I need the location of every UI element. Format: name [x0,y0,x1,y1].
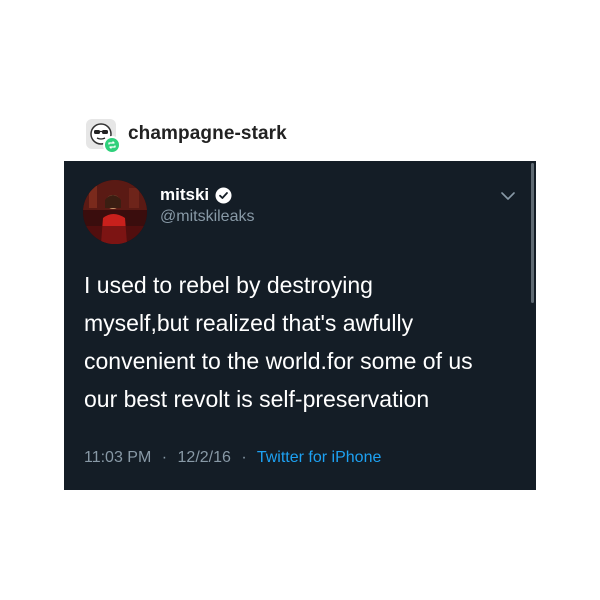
page: champagne-stark mitski @mitskileaks I us… [0,0,600,600]
tweet-text-line: convenient to the world.for some of us [84,348,473,374]
meta-separator: · [241,449,247,466]
reblog-icon [103,136,121,154]
tweet-text-line: myself,but realized that's awfully [84,310,414,336]
tweet-meta: 11:03 PM · 12/2/16 · Twitter for iPhone [84,449,381,467]
reblogger-username[interactable]: champagne-stark [128,123,287,145]
reblogger-avatar[interactable] [86,119,121,154]
scrollbar-thumb[interactable] [531,163,534,303]
reblog-header: champagne-stark [86,116,287,154]
tweet-source-link[interactable]: Twitter for iPhone [257,449,382,466]
chevron-down-icon[interactable] [500,191,516,201]
author-avatar[interactable] [83,180,147,244]
author-name[interactable]: mitski [160,185,209,205]
scrollbar[interactable] [529,161,534,311]
tweet-date[interactable]: 12/2/16 [178,449,231,466]
author-photo [83,180,147,244]
tweet-card: mitski @mitskileaks I used to rebel by d… [64,161,536,490]
tweet-text: I used to rebel by destroying myself,but… [84,266,524,418]
tweet-time[interactable]: 11:03 PM [84,449,151,466]
tweet-author: mitski @mitskileaks [160,185,254,226]
tweet-text-line: our best revolt is self-preservation [84,386,430,412]
author-handle[interactable]: @mitskileaks [160,208,254,226]
meta-separator: · [161,449,168,466]
tweet-text-line: I used to rebel by destroying [84,272,373,298]
verified-badge-icon [215,187,232,204]
